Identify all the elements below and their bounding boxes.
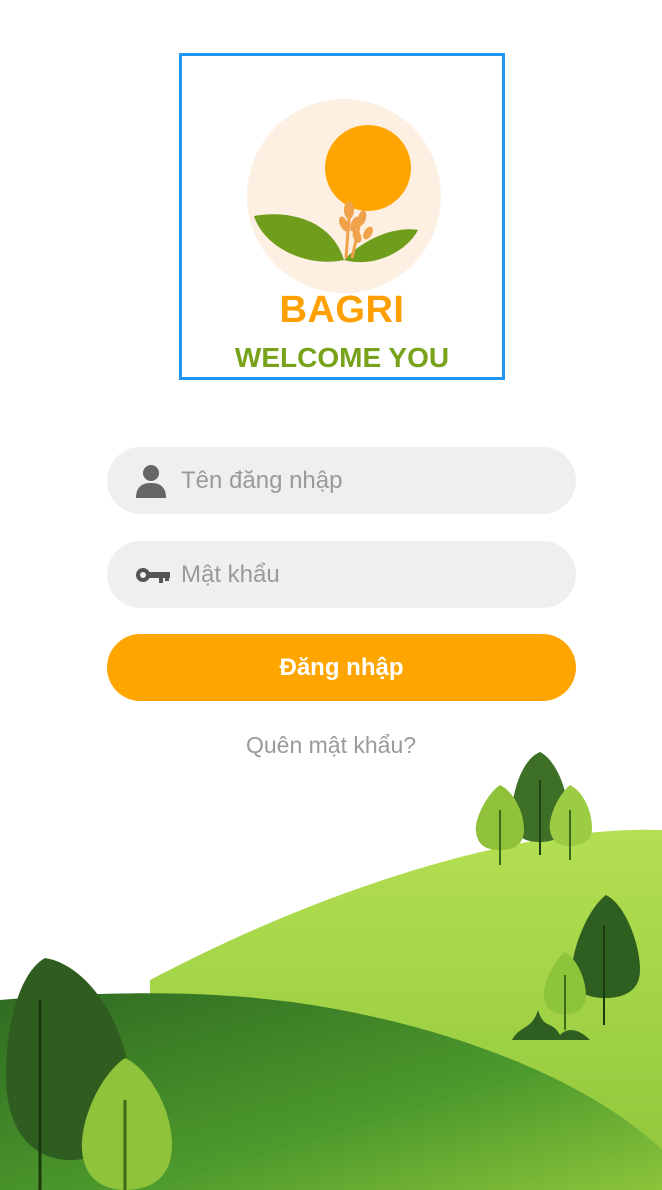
- bagri-emblem-icon: [247, 99, 441, 293]
- landscape-illustration: [0, 752, 662, 1190]
- welcome-tagline: WELCOME YOU: [234, 342, 450, 373]
- logo-container: BAGRI WELCOME YOU: [179, 53, 505, 380]
- key-icon: [135, 566, 171, 584]
- login-button[interactable]: Đăng nhập: [107, 634, 576, 701]
- password-input[interactable]: [181, 541, 551, 608]
- password-field[interactable]: [107, 541, 576, 608]
- username-field[interactable]: [107, 447, 576, 514]
- user-icon: [135, 464, 167, 498]
- brand-name: BAGRI: [279, 289, 405, 331]
- username-input[interactable]: [181, 447, 551, 514]
